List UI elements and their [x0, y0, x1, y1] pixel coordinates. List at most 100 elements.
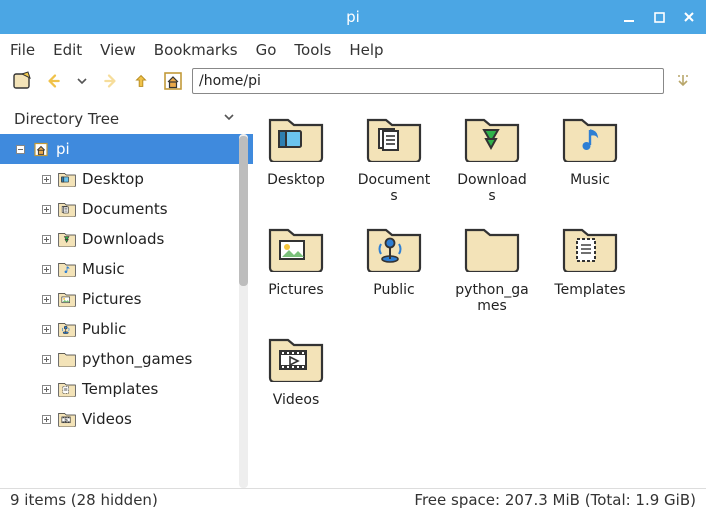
- tree-item-label: Videos: [82, 410, 132, 428]
- home-button[interactable]: [160, 68, 186, 94]
- tree-item[interactable]: Music: [0, 254, 253, 284]
- menu-edit[interactable]: Edit: [53, 41, 82, 59]
- folder-item[interactable]: Public: [357, 226, 431, 314]
- folder-label: Documents: [357, 172, 431, 204]
- tree-item-label: python_games: [82, 350, 192, 368]
- tree-root-label: pi: [56, 140, 70, 158]
- menu-file[interactable]: File: [10, 41, 35, 59]
- sidebar-title: Directory Tree: [14, 110, 119, 128]
- tree-item-label: Templates: [82, 380, 158, 398]
- folder-item[interactable]: Documents: [357, 116, 431, 204]
- menu-go[interactable]: Go: [256, 41, 277, 59]
- tree-item[interactable]: Downloads: [0, 224, 253, 254]
- expand-icon[interactable]: [40, 203, 52, 215]
- menu-bookmarks[interactable]: Bookmarks: [154, 41, 238, 59]
- folder-item[interactable]: Music: [553, 116, 627, 204]
- tree-item-label: Documents: [82, 200, 168, 218]
- scrollbar[interactable]: [239, 134, 248, 488]
- folder-icon: [58, 352, 76, 367]
- folder-item[interactable]: Desktop: [259, 116, 333, 204]
- expand-icon[interactable]: [40, 383, 52, 395]
- path-action-button[interactable]: [670, 68, 696, 94]
- splitter[interactable]: [249, 104, 253, 488]
- tree-item[interactable]: Public: [0, 314, 253, 344]
- tree-item[interactable]: python_games: [0, 344, 253, 374]
- folder-label: Music: [570, 172, 610, 188]
- toolbar: /home/pi: [0, 66, 706, 104]
- tree-root[interactable]: pi: [0, 134, 253, 164]
- tree-item[interactable]: Desktop: [0, 164, 253, 194]
- folder-icon: [58, 262, 76, 277]
- tree-item[interactable]: Pictures: [0, 284, 253, 314]
- folder-icon: [562, 226, 618, 276]
- folder-icon: [58, 292, 76, 307]
- path-input[interactable]: /home/pi: [192, 68, 664, 94]
- close-button[interactable]: [678, 6, 700, 28]
- chevron-down-icon: [223, 111, 235, 127]
- new-tab-button[interactable]: [10, 68, 36, 94]
- folder-icon: [464, 226, 520, 276]
- status-bar: 9 items (28 hidden) Free space: 207.3 Mi…: [0, 488, 706, 510]
- folder-label: Downloads: [455, 172, 529, 204]
- folder-item[interactable]: python_games: [455, 226, 529, 314]
- folder-icon: [58, 232, 76, 247]
- expand-icon[interactable]: [40, 353, 52, 365]
- expand-icon[interactable]: [40, 173, 52, 185]
- folder-icon: [562, 116, 618, 166]
- folder-icon: [58, 202, 76, 217]
- status-right: Free space: 207.3 MiB (Total: 1.9 GiB): [414, 491, 696, 509]
- tree-item-label: Desktop: [82, 170, 144, 188]
- sidebar: Directory Tree pi Desktop Documents Downlo…: [0, 104, 253, 488]
- folder-icon: [366, 116, 422, 166]
- folder-icon: [58, 172, 76, 187]
- folder-label: Pictures: [268, 282, 323, 298]
- tree-item-label: Public: [82, 320, 126, 338]
- expand-icon[interactable]: [40, 233, 52, 245]
- expand-icon[interactable]: [40, 293, 52, 305]
- tree-item[interactable]: Templates: [0, 374, 253, 404]
- titlebar: pi: [0, 0, 706, 34]
- folder-label: Templates: [554, 282, 625, 298]
- expand-icon[interactable]: [40, 413, 52, 425]
- up-button[interactable]: [128, 68, 154, 94]
- folder-item[interactable]: Videos: [259, 336, 333, 408]
- maximize-button[interactable]: [648, 6, 670, 28]
- tree-item[interactable]: Documents: [0, 194, 253, 224]
- scrollbar-thumb[interactable]: [239, 136, 248, 286]
- folder-item[interactable]: Downloads: [455, 116, 529, 204]
- folder-icon: [464, 116, 520, 166]
- folder-item[interactable]: Pictures: [259, 226, 333, 314]
- path-value: /home/pi: [199, 73, 261, 89]
- menu-help[interactable]: Help: [349, 41, 383, 59]
- folder-icon: [366, 226, 422, 276]
- folder-icon: [268, 336, 324, 386]
- tree-item-label: Music: [82, 260, 125, 278]
- folder-label: Desktop: [267, 172, 325, 188]
- folder-label: Public: [373, 282, 414, 298]
- menu-view[interactable]: View: [100, 41, 136, 59]
- folder-icon: [268, 116, 324, 166]
- minimize-button[interactable]: [618, 6, 640, 28]
- folder-label: python_games: [455, 282, 529, 314]
- home-folder-icon: [32, 142, 50, 157]
- history-dropdown[interactable]: [74, 68, 90, 94]
- folder-item[interactable]: Templates: [553, 226, 627, 314]
- expand-icon[interactable]: [40, 263, 52, 275]
- collapse-icon[interactable]: [14, 143, 26, 155]
- menubar: File Edit View Bookmarks Go Tools Help: [0, 34, 706, 66]
- folder-icon: [58, 382, 76, 397]
- expand-icon[interactable]: [40, 323, 52, 335]
- forward-button[interactable]: [96, 68, 122, 94]
- tree-item-label: Downloads: [82, 230, 164, 248]
- tree-item-label: Pictures: [82, 290, 141, 308]
- tree-item[interactable]: Videos: [0, 404, 253, 434]
- window-title: pi: [346, 8, 360, 26]
- status-left: 9 items (28 hidden): [10, 491, 158, 509]
- directory-tree: pi Desktop Documents Downloads Music Picture…: [0, 134, 253, 488]
- sidebar-header[interactable]: Directory Tree: [0, 104, 253, 134]
- folder-icon: [268, 226, 324, 276]
- main-pane: Desktop Documents Downloads Music Pictures Pu…: [253, 104, 706, 488]
- menu-tools[interactable]: Tools: [294, 41, 331, 59]
- folder-icon: [58, 412, 76, 427]
- back-button[interactable]: [42, 68, 68, 94]
